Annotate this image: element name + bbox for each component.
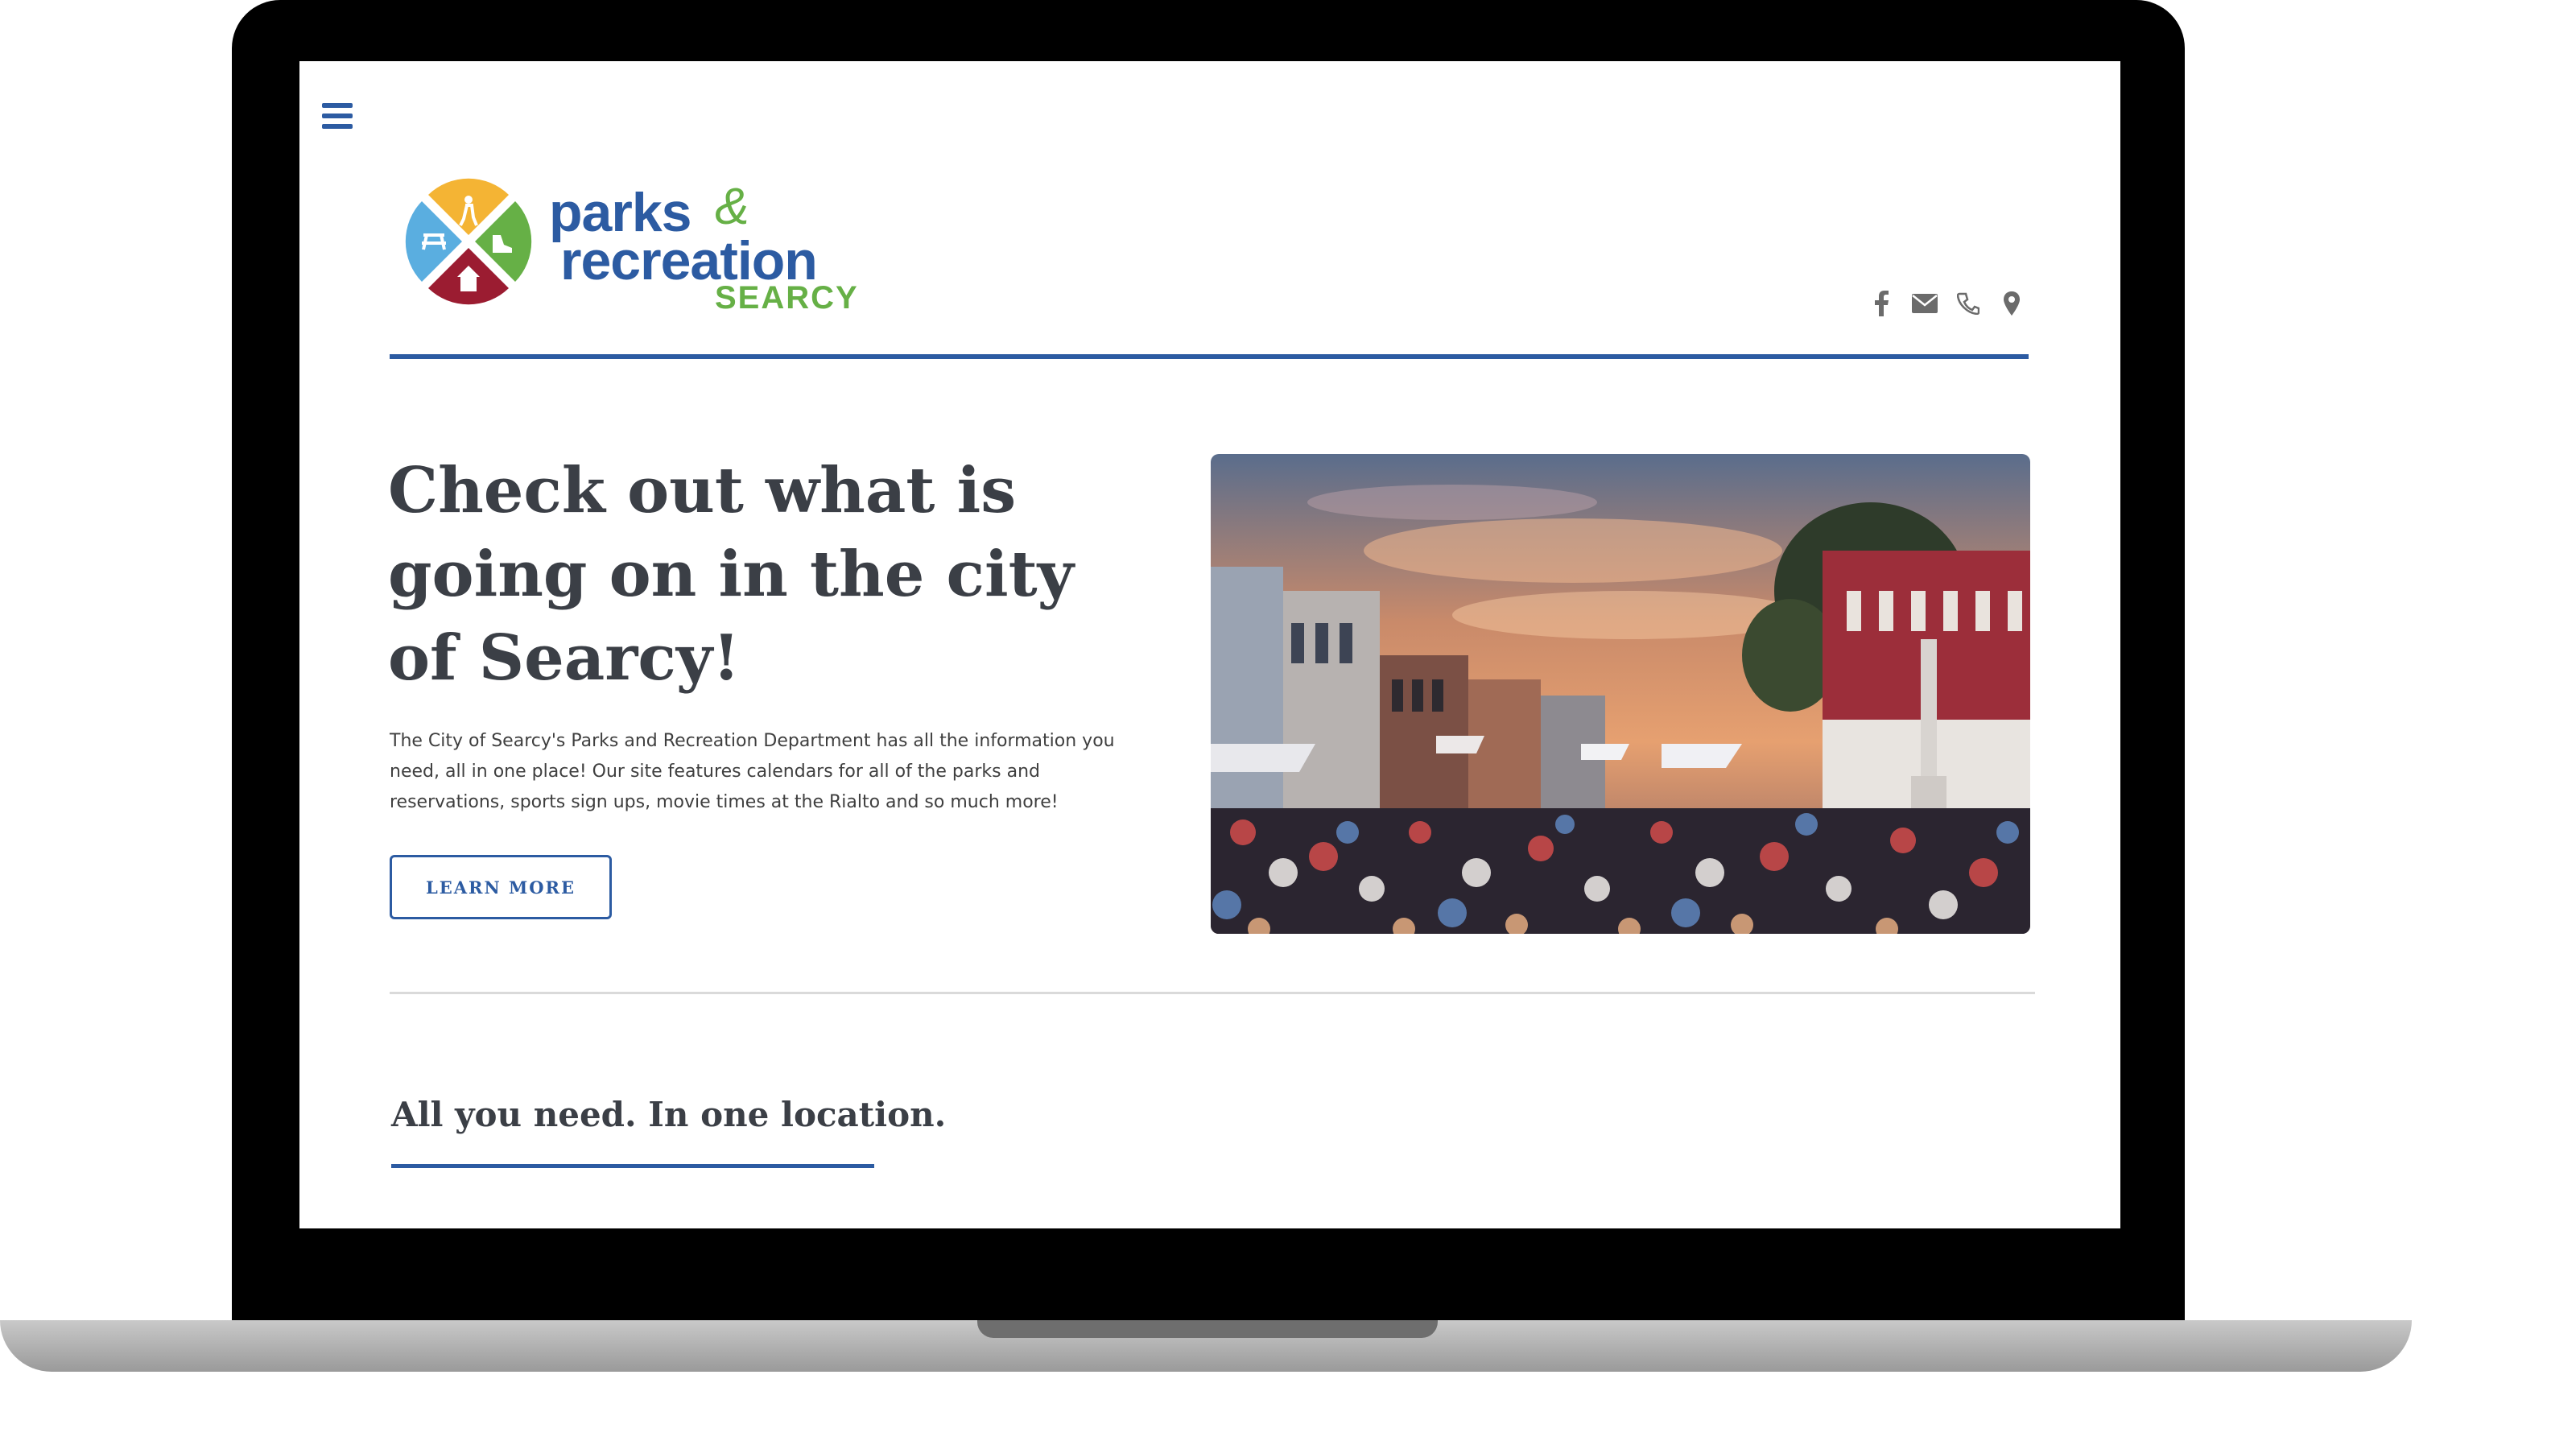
hero-title: Check out what is going on in the city o…	[388, 454, 1074, 695]
hamburger-menu-icon[interactable]	[322, 103, 353, 129]
hero-description: The City of Searcy's Parks and Recreatio…	[390, 731, 1115, 812]
section-divider	[390, 992, 2035, 994]
phone-icon[interactable]	[1955, 290, 1982, 317]
logo-city-text: SEARCY	[715, 280, 859, 316]
website-screen: parks & recreation SEARCY Check out what…	[299, 61, 2120, 1228]
section-heading-underline	[391, 1164, 874, 1168]
parks-recreation-logo[interactable]: parks & recreation SEARCY	[404, 177, 887, 314]
laptop-notch	[977, 1320, 1438, 1338]
downtown-festival-photo	[1211, 454, 2030, 934]
social-links	[1868, 290, 2025, 317]
learn-more-button[interactable]: LEARN MORE	[390, 855, 612, 919]
section-heading: All you need. In one location.	[391, 1095, 947, 1134]
logo-emblem-icon	[405, 178, 532, 305]
facebook-icon[interactable]	[1868, 290, 1895, 317]
envelope-icon[interactable]	[1911, 290, 1938, 317]
logo-ampersand-text: &	[715, 177, 749, 235]
header-divider	[390, 354, 2029, 359]
map-pin-icon[interactable]	[1998, 290, 2025, 317]
